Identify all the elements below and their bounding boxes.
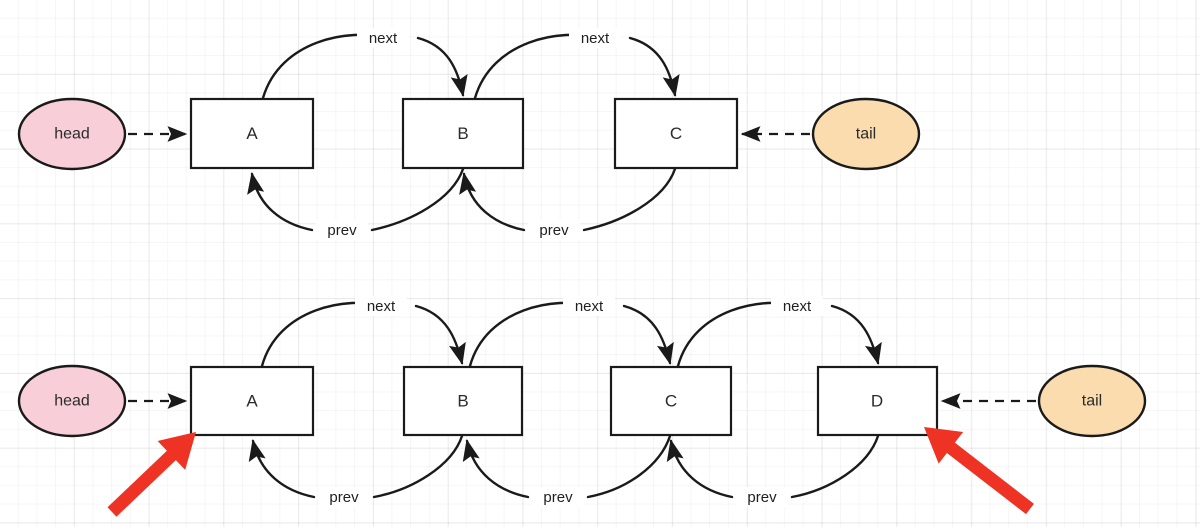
head-label: head (54, 393, 90, 410)
next-curve-a-b-right (416, 36, 468, 97)
pointer-label: next (575, 298, 604, 315)
red-arrow-node-a-icon (107, 432, 196, 517)
pointer-label: prev (329, 489, 359, 506)
tail-node-top[interactable]: tail (811, 97, 921, 171)
node-label: D (871, 391, 883, 410)
prev-curve-b-a-right (370, 167, 465, 232)
prev-curve-c-b-left (459, 172, 526, 232)
node-label: C (670, 124, 682, 143)
head-node-top[interactable]: head (17, 97, 127, 171)
tail-label: tail (856, 126, 876, 143)
pointer-label: prev (327, 222, 357, 239)
pointer-label: next (783, 298, 812, 315)
pointer-label: prev (543, 489, 573, 506)
prev-curve-d-c-right (790, 434, 880, 499)
next-label-b-c-bottom: next (563, 296, 615, 316)
node-d-bottom[interactable]: D (816, 365, 939, 437)
prev-label-c-b-top: prev (528, 220, 580, 240)
node-label: C (665, 391, 677, 410)
head-label: head (54, 126, 90, 143)
head-node-bottom[interactable]: head (17, 364, 127, 438)
next-curve-b-c-right (628, 36, 680, 97)
prev-curve-b-a-left (248, 439, 316, 499)
next-curve-a-b-right (414, 304, 466, 365)
tail-label: tail (1082, 393, 1102, 410)
pointer-label: prev (747, 489, 777, 506)
prev-label-b-a-bottom: prev (318, 487, 370, 507)
diagram-canvas: A B C head tail next next prev prev A B … (0, 0, 1200, 527)
node-label: B (457, 391, 468, 410)
pointer-label: next (369, 30, 398, 47)
node-b-bottom[interactable]: B (402, 365, 524, 437)
node-label: A (246, 391, 258, 410)
pointer-label: next (367, 298, 396, 315)
node-a-bottom[interactable]: A (189, 365, 315, 437)
prev-curve-d-c-left (666, 439, 734, 499)
diagram-svg: A B C head tail next next prev prev A B … (17, 28, 1147, 517)
prev-curve-c-b-left (462, 439, 530, 499)
prev-curve-c-b-right (582, 167, 677, 232)
prev-label-b-a-top: prev (316, 220, 368, 240)
node-label: A (246, 124, 258, 143)
next-label-a-b-top: next (357, 28, 409, 48)
prev-pointers-top (247, 167, 677, 232)
prev-curve-b-a-right (372, 434, 464, 499)
node-c-top[interactable]: C (613, 97, 739, 170)
next-label-a-b-bottom: next (355, 296, 407, 316)
next-label-b-c-top: next (569, 28, 621, 48)
red-arrow-node-d-icon (924, 427, 1034, 515)
prev-label-d-c-bottom: prev (736, 487, 788, 507)
node-b-top[interactable]: B (401, 97, 525, 170)
pointer-label: prev (539, 222, 569, 239)
pointer-label: next (581, 30, 610, 47)
next-label-c-d-bottom: next (771, 296, 823, 316)
node-label: B (457, 124, 468, 143)
next-curve-b-c-right (622, 304, 674, 365)
prev-curve-c-b-right (586, 434, 672, 499)
prev-label-c-b-bottom: prev (532, 487, 584, 507)
next-curve-c-d-right (830, 304, 882, 365)
diagram-top: A B C head tail next next prev prev (17, 28, 921, 240)
tail-node-bottom[interactable]: tail (1037, 364, 1147, 438)
prev-curve-b-a-left (247, 172, 314, 232)
node-c-bottom[interactable]: C (609, 365, 733, 437)
node-a-top[interactable]: A (189, 97, 315, 170)
